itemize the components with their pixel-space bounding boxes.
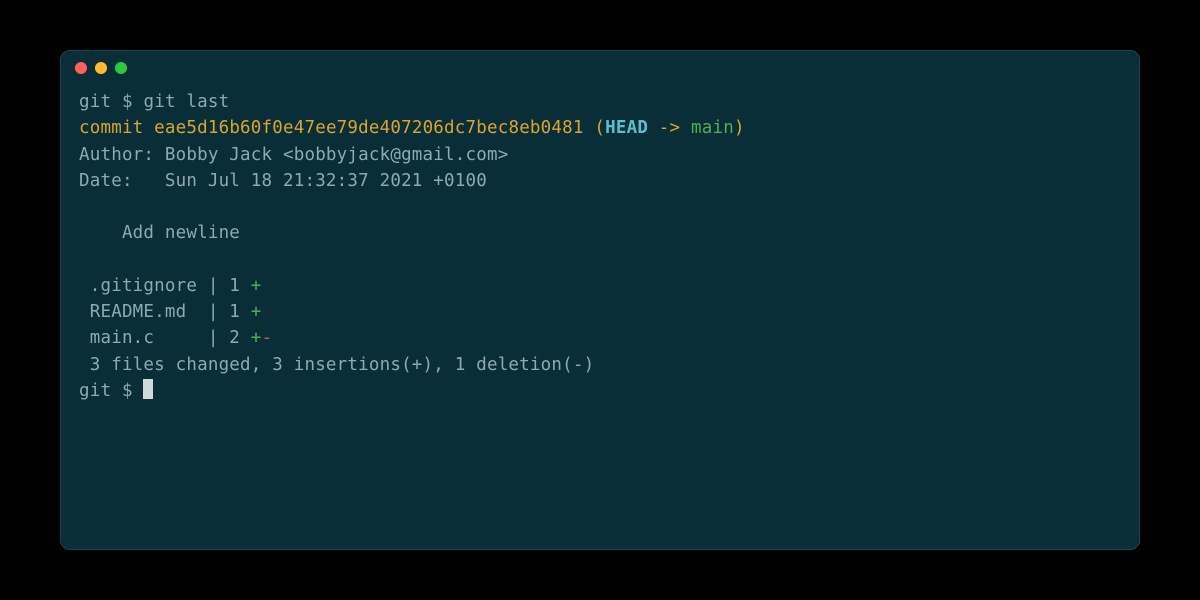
file-stat-line: main.c | 2 bbox=[79, 328, 251, 348]
arrow-icon: -> bbox=[648, 118, 691, 138]
paren-open: ( bbox=[594, 118, 605, 138]
plus-icon: + bbox=[251, 276, 262, 296]
prompt-symbol: $ bbox=[122, 381, 133, 401]
cursor-icon bbox=[143, 379, 153, 399]
branch-name: main bbox=[691, 118, 734, 138]
commit-message: Add newline bbox=[79, 223, 240, 243]
terminal-body[interactable]: git $ git last commit eae5d16b60f0e47ee7… bbox=[61, 85, 1139, 549]
minimize-icon[interactable] bbox=[95, 62, 107, 74]
commit-hash: eae5d16b60f0e47ee79de407206dc7bec8eb0481 bbox=[154, 118, 583, 138]
prompt-dir: git bbox=[79, 381, 111, 401]
minus-icon: - bbox=[262, 328, 273, 348]
prompt-symbol: $ bbox=[122, 92, 133, 112]
date-line: Date: Sun Jul 18 21:32:37 2021 +0100 bbox=[79, 171, 487, 191]
plus-icon: + bbox=[251, 302, 262, 322]
author-line: Author: Bobby Jack <bobbyjack@gmail.com> bbox=[79, 145, 508, 165]
close-icon[interactable] bbox=[75, 62, 87, 74]
terminal-window[interactable]: git $ git last commit eae5d16b60f0e47ee7… bbox=[60, 50, 1140, 550]
file-stat-line: README.md | 1 bbox=[79, 302, 251, 322]
prompt-dir: git bbox=[79, 92, 111, 112]
head-ref: HEAD bbox=[605, 118, 648, 138]
summary-line: 3 files changed, 3 insertions(+), 1 dele… bbox=[79, 355, 594, 375]
maximize-icon[interactable] bbox=[115, 62, 127, 74]
command-text: git last bbox=[143, 92, 229, 112]
titlebar bbox=[61, 51, 1139, 85]
plus-icon: + bbox=[251, 328, 262, 348]
paren-close: ) bbox=[734, 118, 745, 138]
commit-label: commit bbox=[79, 118, 143, 138]
file-stat-line: .gitignore | 1 bbox=[79, 276, 251, 296]
